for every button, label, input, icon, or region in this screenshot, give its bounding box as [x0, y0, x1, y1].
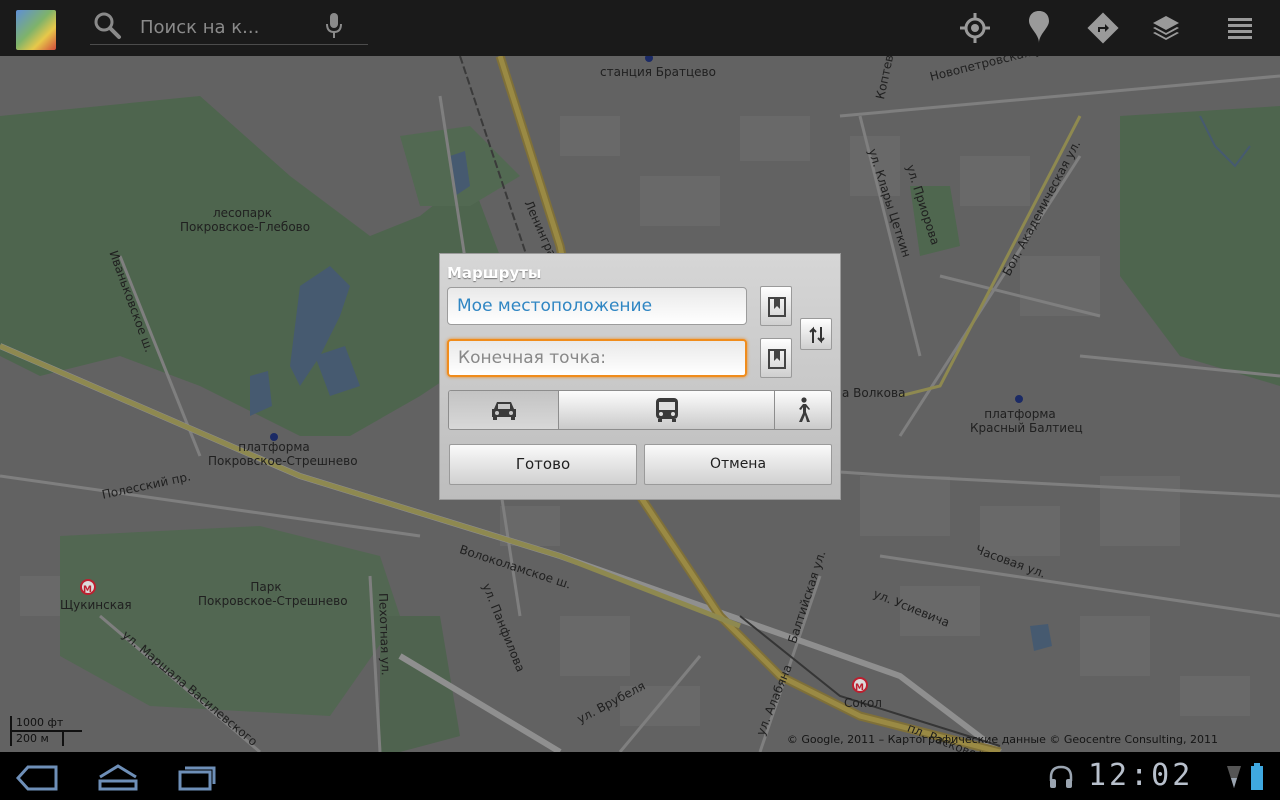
- map-scale: 1000 фт 200 м: [10, 716, 82, 746]
- walking-icon: [799, 397, 810, 422]
- mode-car-button[interactable]: [449, 391, 559, 429]
- my-location-icon[interactable]: [959, 12, 991, 44]
- mode-transit-button[interactable]: [559, 391, 775, 429]
- map-label: Пехотная ул.: [376, 592, 393, 676]
- travel-mode-selector: [448, 390, 832, 430]
- end-bookmark-button[interactable]: [760, 338, 792, 378]
- bus-icon: [656, 398, 678, 422]
- bookmark-icon: [768, 297, 786, 317]
- map-label-line: Красный Балтиец: [970, 421, 1083, 435]
- map-label: Щукинская: [60, 598, 132, 612]
- swap-points-button[interactable]: [800, 318, 832, 350]
- map-label-line: Покровское-Стрешнево: [198, 594, 348, 608]
- overflow-menu-icon[interactable]: [1228, 16, 1254, 42]
- start-point-input[interactable]: Мое местоположение: [447, 287, 747, 325]
- map-label: платформа Красный Балтиец: [970, 407, 1083, 435]
- search-icon: [94, 12, 121, 39]
- home-icon[interactable]: [96, 763, 140, 791]
- layers-icon[interactable]: [1150, 12, 1182, 44]
- directions-icon[interactable]: [1087, 12, 1119, 44]
- status-clock: 12:02: [1088, 758, 1194, 793]
- car-icon: [492, 402, 516, 420]
- signal-icon: [1227, 766, 1241, 788]
- done-button[interactable]: Готово: [449, 444, 637, 485]
- start-bookmark-button[interactable]: [760, 286, 792, 326]
- map-label-line: платформа: [238, 440, 310, 454]
- map-label-line: лесопарк: [212, 206, 273, 220]
- map-label: платформа Покровское-Стрешнево: [208, 440, 358, 468]
- back-icon[interactable]: [14, 764, 58, 792]
- microphone-icon[interactable]: [324, 12, 344, 40]
- scale-meters: 200 м: [10, 732, 64, 746]
- map-label-line: платформа: [984, 407, 1056, 421]
- directions-dialog: Маршруты Мое местоположение Конечная точ…: [440, 254, 840, 499]
- map-label: станция Братцево: [600, 65, 716, 79]
- map-label: Парк Покровское-Стрешнево: [198, 580, 348, 608]
- battery-icon: [1251, 763, 1263, 790]
- search-input[interactable]: [138, 12, 322, 42]
- recent-apps-icon[interactable]: [177, 764, 217, 792]
- map-label: лесопарк Покровское-Глебово: [180, 206, 311, 234]
- map-label-line: Покровское-Стрешнево: [208, 454, 358, 468]
- end-point-input[interactable]: Конечная точка:: [447, 339, 747, 377]
- cancel-button[interactable]: Отмена: [644, 444, 832, 485]
- places-pin-icon[interactable]: [1027, 10, 1051, 44]
- scale-feet: 1000 фт: [10, 716, 82, 732]
- system-bar: 12:02: [0, 752, 1280, 800]
- map-label: а Волкова: [842, 386, 906, 400]
- headphones-icon: [1049, 765, 1073, 788]
- search-box[interactable]: [90, 8, 368, 45]
- maps-app-icon[interactable]: [16, 10, 56, 50]
- map-label-line: Покровское-Глебово: [180, 220, 311, 234]
- action-bar: [0, 0, 1280, 56]
- dialog-title: Маршруты: [447, 264, 542, 282]
- map-label: Сокол: [844, 696, 882, 710]
- bookmark-icon: [768, 349, 786, 369]
- map-label-line: Парк: [250, 580, 282, 594]
- mode-walk-button[interactable]: [775, 391, 831, 429]
- swap-arrows-icon: [809, 326, 825, 344]
- map-copyright: © Google, 2011 – Картографические данные…: [786, 733, 1218, 746]
